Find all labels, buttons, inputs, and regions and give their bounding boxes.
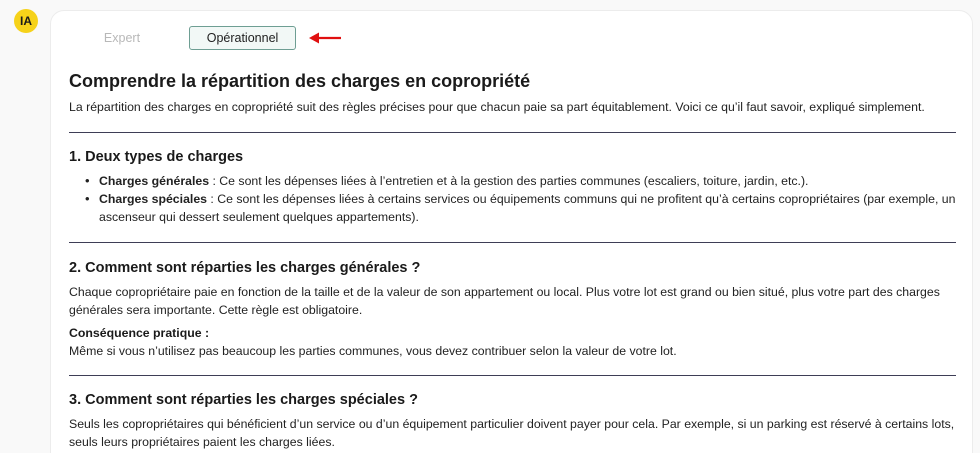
mode-tabs: Expert Opérationnel xyxy=(69,26,296,50)
section-general-charges: 2. Comment sont réparties les charges gé… xyxy=(69,258,956,360)
section-charge-types: 1. Deux types de charges Charges général… xyxy=(69,147,956,226)
section-divider xyxy=(69,132,956,133)
list-item: Charges spéciales : Ce sont les dépenses… xyxy=(85,190,956,226)
article-content: Comprendre la répartition des charges en… xyxy=(69,69,956,451)
arrow-left-icon xyxy=(309,32,341,44)
list-item-text: : Ce sont les dépenses liées à certains … xyxy=(99,192,956,224)
tab-expert[interactable]: Expert xyxy=(69,26,175,50)
article-intro: La répartition des charges en copropriét… xyxy=(69,100,925,114)
response-card: Expert Opérationnel Comprendre la répart… xyxy=(50,10,973,453)
list-item-term: Charges générales xyxy=(99,174,210,188)
section-divider xyxy=(69,242,956,243)
assistant-avatar: IA xyxy=(14,9,38,33)
list-item: Charges générales : Ce sont les dépenses… xyxy=(85,172,956,190)
section-body: Chaque copropriétaire paie en fonction d… xyxy=(69,285,940,317)
charge-types-list: Charges générales : Ce sont les dépenses… xyxy=(69,172,956,226)
section-heading: 1. Deux types de charges xyxy=(69,149,244,165)
list-item-text: : Ce sont les dépenses liées à l’entreti… xyxy=(209,174,809,188)
consequence-label: Conséquence pratique : xyxy=(69,326,210,340)
consequence-text: Même si vous n’utilisez pas beaucoup les… xyxy=(69,344,677,358)
tab-operationnel[interactable]: Opérationnel xyxy=(189,26,296,50)
section-body: Seuls les copropriétaires qui bénéficien… xyxy=(69,417,955,449)
section-divider xyxy=(69,375,956,376)
list-item-term: Charges spéciales xyxy=(99,192,208,206)
section-special-charges: 3. Comment sont réparties les charges sp… xyxy=(69,390,956,451)
section-heading: 3. Comment sont réparties les charges sp… xyxy=(69,392,418,408)
section-heading: 2. Comment sont réparties les charges gé… xyxy=(69,260,421,276)
article-title: Comprendre la répartition des charges en… xyxy=(69,71,531,91)
